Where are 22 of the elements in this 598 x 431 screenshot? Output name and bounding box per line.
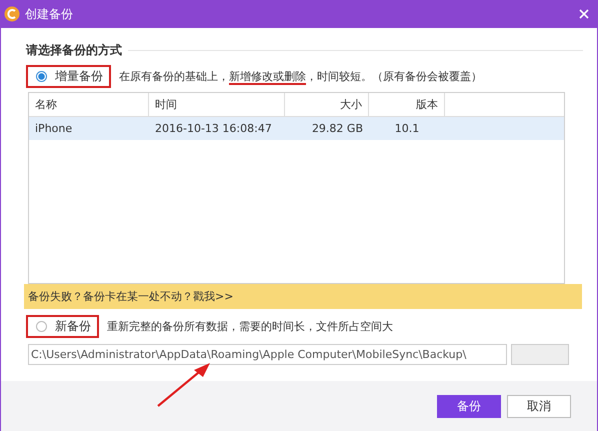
column-header: 大小 — [285, 93, 369, 116]
window-title: 创建备份 — [25, 6, 73, 22]
radio-button[interactable]: 新备份 — [26, 315, 99, 338]
notice-link[interactable]: 备份失败？备份卡在某一处不动？戳我>> — [24, 284, 582, 309]
table-row[interactable]: iPhone 2016-10-13 16:08:47 29.82 GB 10.1 — [29, 117, 564, 140]
cancel-button[interactable]: 取消 — [507, 394, 571, 418]
column-header: 时间 — [149, 93, 285, 116]
close-icon[interactable] — [579, 9, 589, 19]
column-header: 版本 — [369, 93, 445, 116]
option-description: 在原有备份的基础上，新增修改或删除，时间较短。（原有备份会被覆盖） — [119, 69, 482, 84]
radio-button[interactable]: 增量备份 — [26, 65, 111, 88]
annotation-arrow — [156, 362, 212, 408]
section-heading: 请选择备份的方式 — [26, 42, 122, 59]
logo-icon — [4, 6, 20, 22]
backup-button[interactable]: 备份 — [437, 394, 501, 418]
table-cell-text: 10.1 — [394, 122, 420, 135]
column-header: 名称 — [29, 93, 149, 116]
option-description: 重新完整的备份所有数据，需要的时间长，文件所占空间大 — [107, 319, 393, 334]
table-cell-text: 2016-10-13 16:08:47 — [154, 122, 273, 135]
path-field[interactable]: C:\Users\Administrator\AppData\Roaming\Apple Computer\MobileSync\Backup\ — [28, 344, 507, 365]
table-cell-text: iPhone — [34, 122, 74, 135]
table-cell-text: 29.82 GB — [310, 122, 364, 135]
